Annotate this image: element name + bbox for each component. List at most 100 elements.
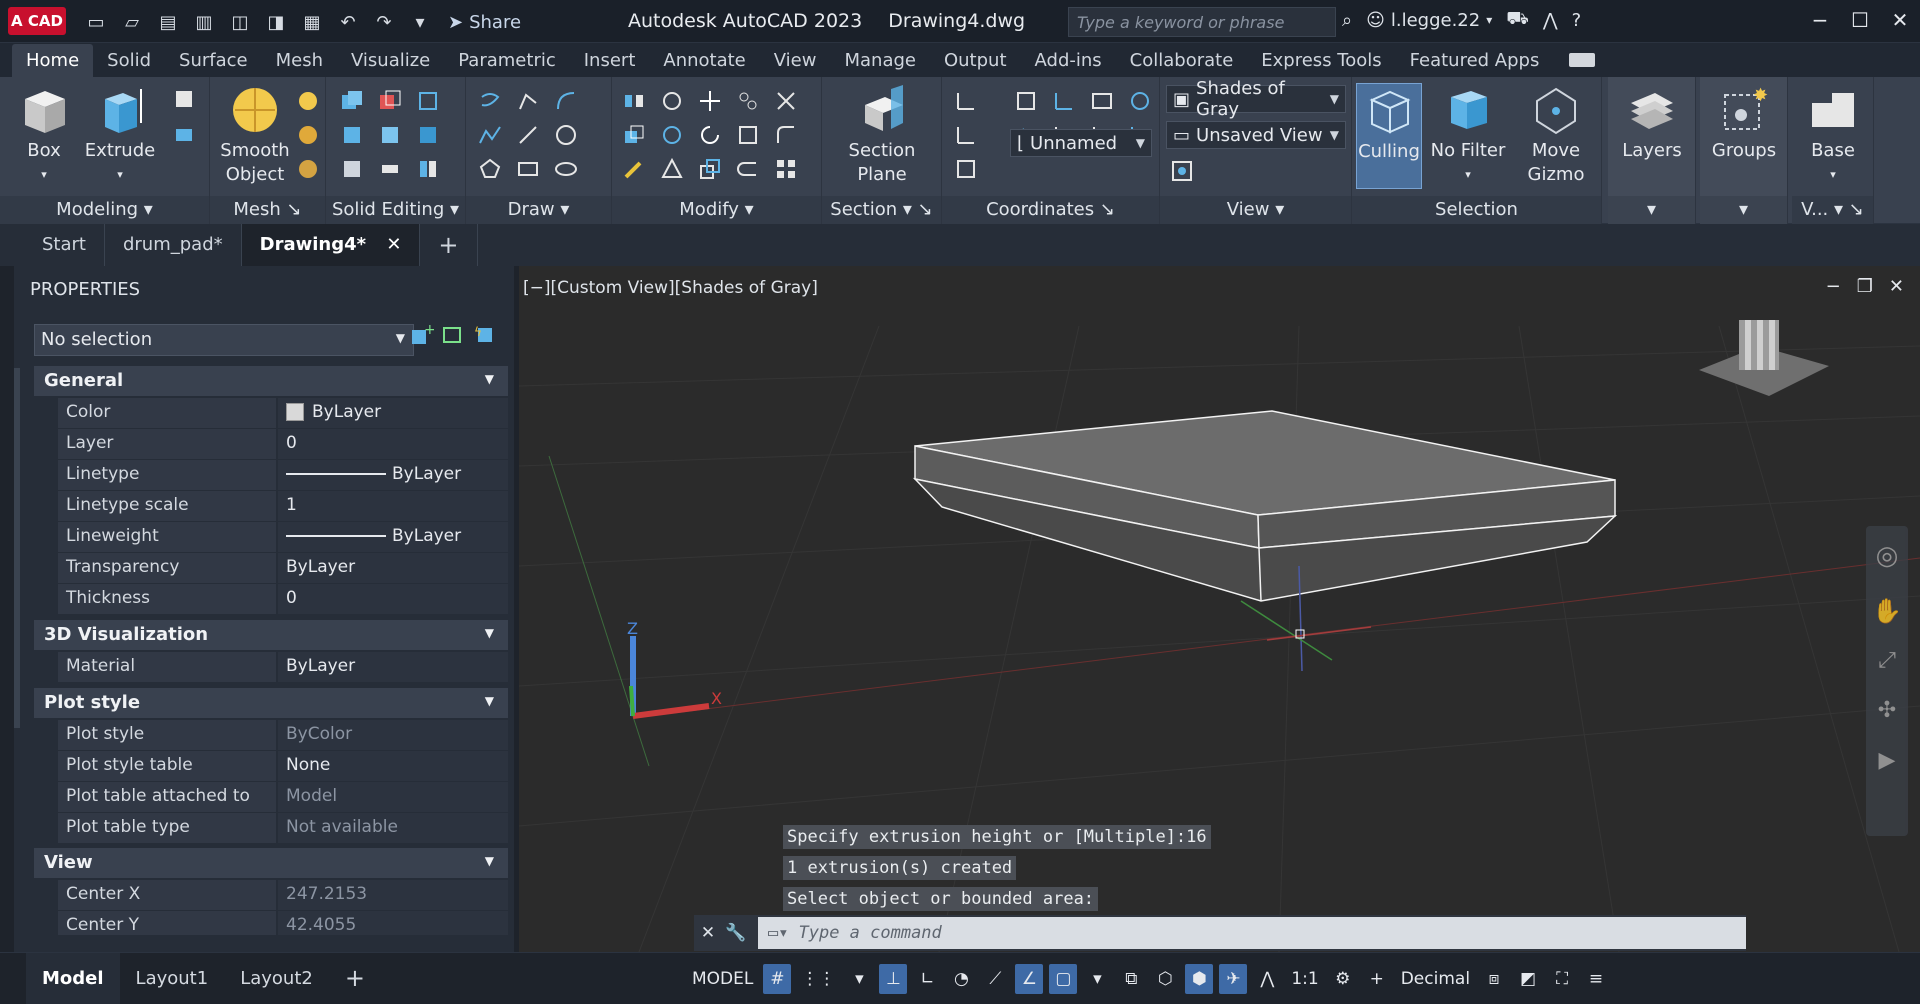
trim-icon[interactable] [774,89,798,113]
prop-row-linetype[interactable]: Linetype ByLayer [58,460,508,490]
prop-row-transparency[interactable]: Transparency ByLayer [58,553,508,583]
tab-manage[interactable]: Manage [830,44,930,77]
save-as-icon[interactable]: ▥ [188,8,220,36]
spline-icon[interactable] [478,123,502,147]
tab-featured-apps[interactable]: Featured Apps [1396,44,1554,77]
tab-output[interactable]: Output [930,44,1021,77]
search-icon[interactable]: ⌕ [1342,10,1352,31]
tab-annotate[interactable]: Annotate [649,44,759,77]
viewport-controls-label[interactable]: [−][Custom View][Shades of Gray] [523,278,818,298]
array-icon[interactable] [736,89,760,113]
model-viewport[interactable]: Z X [518,266,1920,953]
pan-icon[interactable]: ✋ [1866,586,1908,636]
copy-icon[interactable] [622,123,646,147]
annotation-scale-value[interactable]: 1:1 [1287,964,1322,994]
prop-row-plot-table-attached[interactable]: Plot table attached to Model [58,782,508,812]
section-3d-visualization[interactable]: 3D Visualization ▼ [34,620,508,650]
open-from-web-icon[interactable]: ◫ [224,8,256,36]
new-tab-button[interactable]: + [420,224,478,266]
viewcube[interactable] [1699,320,1829,396]
save-icon[interactable]: ▤ [152,8,184,36]
ucs-dropdown[interactable]: ⌊ Unnamed ▼ [1010,129,1152,157]
box-button[interactable]: Box ▾ [10,83,78,187]
panel-title-solid-editing[interactable]: Solid Editing ▾ [326,196,465,224]
base-button[interactable]: Base ▾ [1796,83,1870,187]
offset-icon[interactable] [736,157,760,181]
tab-mesh[interactable]: Mesh [262,44,337,77]
presspull-icon[interactable] [172,121,196,145]
mesh-smooth-more-icon[interactable] [296,89,320,113]
model-space-toggle[interactable]: MODEL [688,964,757,994]
chevron-down-icon[interactable]: ▾ [1083,964,1111,994]
annotation-monitor-icon[interactable]: + [1363,964,1391,994]
culling-button[interactable]: Culling [1356,83,1422,189]
prop-row-center-y[interactable]: Center Y 42.4055 [58,911,508,935]
add-layout-button[interactable]: + [329,964,381,992]
recent-commands-icon[interactable]: ▭▾ [768,923,788,943]
rectangular-array-icon[interactable] [774,157,798,181]
ribbon-minimize-toggle[interactable] [1569,53,1596,67]
ortho-mode-icon[interactable]: ∟ [913,964,941,994]
units-dropdown[interactable]: Decimal [1397,964,1474,994]
layers-expand[interactable]: ▾ [1608,196,1695,224]
prop-row-plot-table-type[interactable]: Plot table type Not available [58,813,508,843]
prop-row-plot-style-table[interactable]: Plot style table None [58,751,508,781]
save-to-web-icon[interactable]: ◨ [260,8,292,36]
panel-title-coordinates[interactable]: Coordinates ↘ [942,196,1159,224]
prop-row-layer[interactable]: Layer 0 [58,429,508,459]
prop-row-center-x[interactable]: Center X 247.2153 [58,880,508,910]
selection-dropdown[interactable]: No selection ▼ [34,324,414,356]
3d-object-snap-icon[interactable]: ⬡ [1151,964,1179,994]
panel-title-section[interactable]: Section ▾ ↘ [822,196,941,224]
union-icon[interactable] [340,89,364,113]
quick-select-icon[interactable]: ϟ [472,322,498,348]
plot-icon[interactable]: ▦ [296,8,328,36]
ellipse-icon[interactable] [554,157,578,181]
thicken-icon[interactable] [378,157,402,181]
command-input[interactable]: ▭▾ Type a command [758,917,1746,949]
search-input[interactable]: Type a keyword or phrase [1068,7,1336,37]
open-folder-icon[interactable]: ▱ [116,8,148,36]
viewport-close-icon[interactable]: ✕ [1889,276,1904,297]
viewport-config-icon[interactable] [1170,159,1194,183]
section-general[interactable]: General ▼ [34,366,508,396]
prop-row-linetype-scale[interactable]: Linetype scale 1 [58,491,508,521]
new-file-icon[interactable]: ▭ [80,8,112,36]
extrude-faces-icon[interactable] [416,123,440,147]
slice-icon[interactable] [378,123,402,147]
tab-visualize[interactable]: Visualize [337,44,444,77]
panel-title-view[interactable]: View ▾ [1160,196,1351,224]
object-snap-tracking-icon[interactable]: ∠ [1015,963,1044,994]
panel-title-selection[interactable]: Selection [1352,196,1601,224]
close-icon[interactable]: ✕ [694,923,722,943]
share-button[interactable]: ➤ Share [448,12,521,33]
interfere-icon[interactable] [340,157,364,181]
panel-title-v[interactable]: V... ▾ ↘ [1792,196,1873,224]
cart-icon[interactable]: ⛟ [1506,8,1529,32]
orbit-icon[interactable]: ✣ [1866,686,1908,736]
mesh-refine-icon[interactable] [296,157,320,181]
snap-mode-icon[interactable]: ⋮⋮ [797,964,839,994]
grid-toggle-icon[interactable]: # [763,963,792,994]
tab-express-tools[interactable]: Express Tools [1247,44,1395,77]
help-icon[interactable]: ? [1572,10,1582,31]
zoom-extents-icon[interactable]: ⤢ [1866,636,1908,686]
groups-expand[interactable]: ▾ [1700,196,1787,224]
infer-constraints-icon[interactable]: ⊥ [879,963,908,994]
clean-screen-icon[interactable]: ⛶ [1548,964,1576,994]
selection-cycling-icon[interactable]: ⧉ [1117,964,1145,994]
panel-title-mesh[interactable]: Mesh ↘ [210,196,325,224]
arc-icon[interactable] [554,89,578,113]
section-plot-style[interactable]: Plot style ▼ [34,688,508,718]
redo-icon[interactable]: ↷ [368,8,400,36]
panel-title-modeling[interactable]: Modeling ▾ [0,196,209,224]
scale-icon[interactable] [698,157,722,181]
maximize-button[interactable]: ☐ [1840,0,1880,40]
minimize-button[interactable]: − [1800,0,1840,40]
mesh-smooth-less-icon[interactable] [296,123,320,147]
tab-collaborate[interactable]: Collaborate [1116,44,1248,77]
tab-drum-pad[interactable]: drum_pad* [105,224,242,266]
extract-edges-icon[interactable] [416,89,440,113]
isodraft-icon[interactable]: ⟋ [981,964,1009,994]
viewport-minimize-icon[interactable]: − [1826,276,1841,297]
